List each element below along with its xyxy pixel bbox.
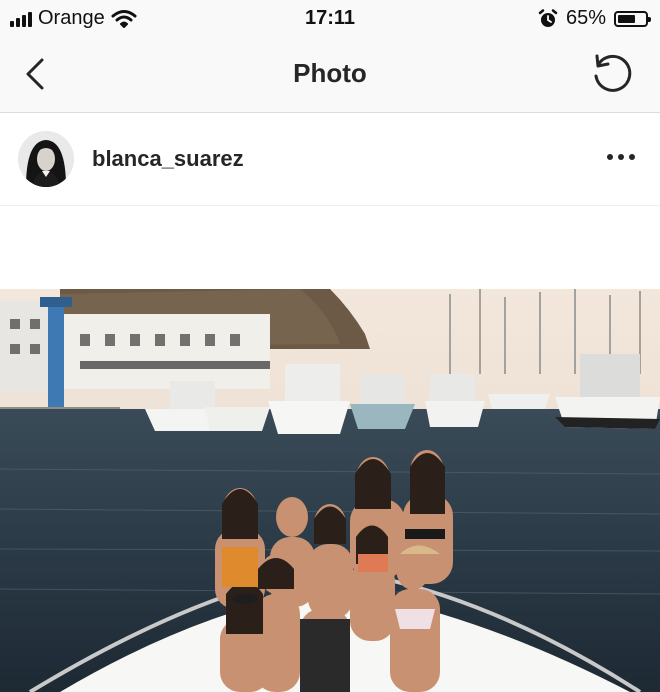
refresh-button[interactable] [588, 50, 636, 98]
battery-fill [618, 14, 635, 23]
battery-icon [614, 10, 651, 27]
battery-percent: 65% [565, 7, 606, 29]
status-bar: Orange 17:11 65% [0, 0, 660, 38]
alarm-icon [538, 8, 558, 27]
more-dot [618, 154, 624, 160]
more-dot [629, 154, 635, 160]
refresh-icon [594, 54, 632, 92]
nav-bar: Photo [0, 38, 660, 113]
harbor-group-photo [0, 289, 660, 692]
more-options-button[interactable] [604, 147, 638, 167]
more-options-icon [607, 154, 613, 160]
avatar[interactable] [18, 131, 74, 187]
username-link[interactable]: blanca_suarez [92, 146, 244, 172]
post-header: blanca_suarez [0, 113, 660, 206]
post-photo[interactable] [0, 289, 660, 692]
profile-picture [18, 131, 74, 187]
status-right-group: 65% [538, 7, 651, 30]
page-title: Photo [293, 58, 367, 88]
